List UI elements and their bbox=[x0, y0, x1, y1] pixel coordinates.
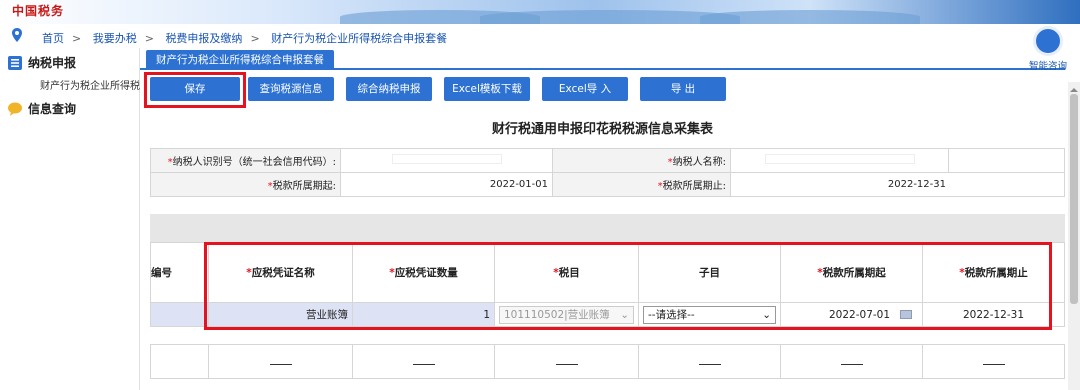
top-banner: 中国税务 bbox=[0, 0, 1080, 24]
excel-template-button[interactable]: Excel模板下载 bbox=[444, 77, 530, 101]
taxpayer-name-value bbox=[730, 148, 949, 173]
sidebar-item-label: 信息查询 bbox=[28, 102, 77, 116]
breadcrumb-tax[interactable]: 我要办税 bbox=[93, 32, 137, 45]
col-header-no: 编号 bbox=[150, 242, 209, 303]
summary-cell bbox=[208, 344, 353, 379]
taxpayer-id-label: *纳税人识别号（统一社会信用代码）: bbox=[150, 148, 341, 173]
taxpayer-info-table: *纳税人识别号（统一社会信用代码）: *纳税人名称: *税款所属期起: 2022… bbox=[150, 148, 1065, 197]
chat-bubble-icon bbox=[8, 102, 22, 116]
tab-bar: 财产行为税企业所得税综合申报套餐 bbox=[140, 48, 1065, 70]
summary-cell bbox=[638, 344, 781, 379]
save-button[interactable]: 保存 bbox=[150, 77, 240, 101]
scrollbar-thumb[interactable] bbox=[1070, 94, 1078, 304]
smart-consult-widget[interactable]: 智能咨询 bbox=[1022, 26, 1074, 72]
period-start-label: *税款所属期起: bbox=[150, 172, 341, 197]
summary-row bbox=[150, 344, 1065, 379]
sidebar: 纳税申报 财产行为税企业所得税 信息查询 bbox=[0, 48, 140, 390]
form-title: 财行税通用申报印花税税源信息采集表 bbox=[491, 122, 713, 137]
breadcrumb-current: 财产行为税企业所得税综合申报套餐 bbox=[271, 32, 448, 45]
empty-cell bbox=[948, 148, 1065, 173]
scroll-up-arrow-icon[interactable] bbox=[1070, 84, 1078, 92]
taxpayer-id-value bbox=[340, 148, 553, 173]
sidebar-item-label: 纳税申报 bbox=[28, 56, 77, 70]
sidebar-subitem-property-tax[interactable]: 财产行为税企业所得税 bbox=[40, 77, 140, 92]
breadcrumb-home[interactable]: 首页 bbox=[42, 32, 64, 45]
summary-cell bbox=[922, 344, 1065, 379]
breadcrumb: 首页 > 我要办税 > 税费申报及缴纳 > 财产行为税企业所得税综合申报套餐 bbox=[42, 32, 448, 45]
sidebar-item-declaration[interactable]: 纳税申报 bbox=[8, 54, 76, 71]
period-end-value: 2022-12-31 bbox=[730, 172, 1065, 197]
mountain-decoration bbox=[700, 10, 920, 24]
excel-import-button[interactable]: Excel导 入 bbox=[542, 77, 628, 101]
sidebar-item-query[interactable]: 信息查询 bbox=[8, 100, 76, 117]
location-pin-icon bbox=[12, 28, 22, 42]
export-button[interactable]: 导 出 bbox=[640, 77, 726, 101]
summary-cell bbox=[150, 344, 209, 379]
summary-cell bbox=[494, 344, 639, 379]
section-band bbox=[150, 214, 1065, 242]
taxpayer-name-label: *纳税人名称: bbox=[552, 148, 731, 173]
smart-consult-label: 智能咨询 bbox=[1028, 61, 1067, 72]
breadcrumb-declare[interactable]: 税费申报及缴纳 bbox=[165, 32, 242, 45]
breadcrumb-bar: 首页 > 我要办税 > 税费申报及缴纳 > 财产行为税企业所得税综合申报套餐 bbox=[0, 24, 1080, 48]
tab-combined-declaration[interactable]: 财产行为税企业所得税综合申报套餐 bbox=[146, 50, 334, 70]
logo: 中国税务 bbox=[12, 4, 65, 18]
summary-cell bbox=[352, 344, 495, 379]
period-start-value: 2022-01-01 bbox=[340, 172, 553, 197]
headset-icon bbox=[1033, 26, 1063, 56]
scrollbar[interactable] bbox=[1068, 82, 1080, 390]
grid-icon bbox=[8, 55, 22, 70]
grid-highlight bbox=[204, 242, 1052, 330]
combined-declaration-button[interactable]: 综合纳税申报 bbox=[346, 77, 432, 101]
query-tax-source-button[interactable]: 查询税源信息 bbox=[248, 77, 334, 101]
row-no bbox=[150, 302, 209, 327]
period-end-label: *税款所属期止: bbox=[552, 172, 731, 197]
toolbar: 保存 查询税源信息 综合纳税申报 Excel模板下载 Excel导 入 导 出 bbox=[140, 72, 1065, 108]
summary-cell bbox=[780, 344, 923, 379]
